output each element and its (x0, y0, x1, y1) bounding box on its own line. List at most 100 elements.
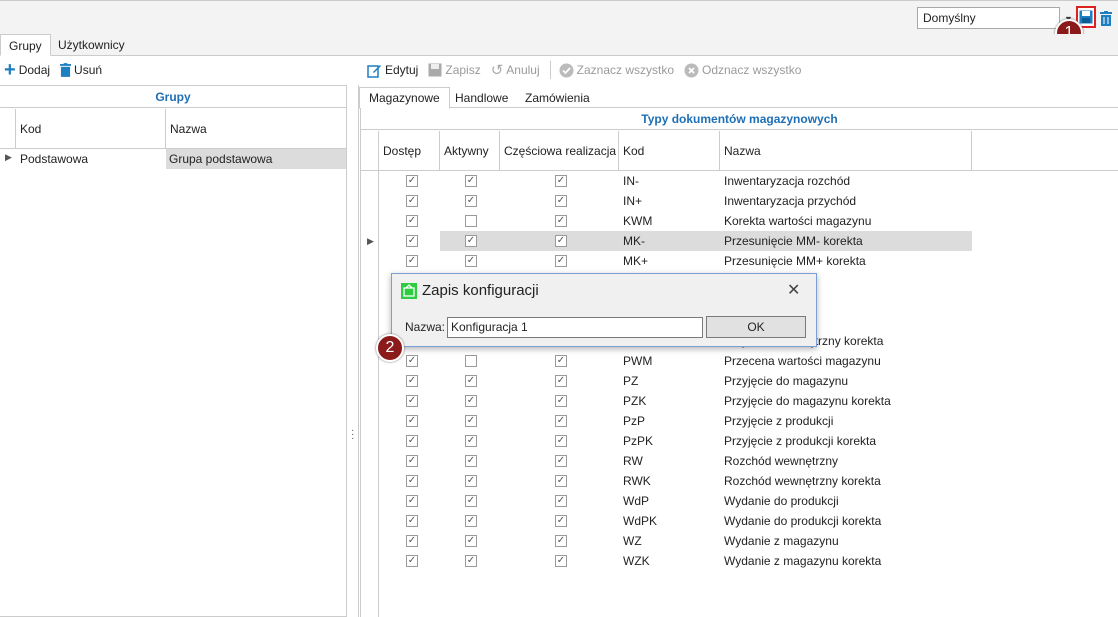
table-row[interactable]: ✓ ✓ KWM Korekta wartości magazynu (361, 211, 972, 231)
cell-kod: MK- (623, 234, 645, 248)
table-row[interactable]: ✓ ✓ ✓ PZK Przyjęcie do magazynu korekta (361, 391, 972, 411)
table-row[interactable]: ✓ ✓ PWM Przecena wartości magazynu (361, 351, 972, 371)
checkbox-dostep[interactable]: ✓ (406, 415, 418, 427)
column-header-kod[interactable]: Kod (16, 109, 166, 149)
checkbox-czesciowa[interactable]: ✓ (555, 515, 567, 527)
checkbox-dostep[interactable]: ✓ (406, 435, 418, 447)
column-header-kod[interactable]: Kod (619, 131, 720, 171)
table-row[interactable]: ✓ ✓ ✓ WdP Wydanie do produkcji (361, 491, 972, 511)
checkbox-dostep[interactable]: ✓ (406, 235, 418, 247)
checkbox-czesciowa[interactable]: ✓ (555, 535, 567, 547)
checkbox-czesciowa[interactable]: ✓ (555, 555, 567, 567)
table-row[interactable]: ✓ ✓ ✓ WZK Wydanie z magazynu korekta (361, 551, 972, 571)
table-row[interactable]: ✓ ✓ ✓ WZ Wydanie z magazynu (361, 531, 972, 551)
checkbox-czesciowa[interactable]: ✓ (555, 475, 567, 487)
config-name-input[interactable]: Konfiguracja 1 (447, 317, 703, 338)
checkbox-aktywny[interactable]: ✓ (465, 555, 477, 567)
checkbox-dostep[interactable]: ✓ (406, 195, 418, 207)
checkbox-aktywny[interactable]: ✓ (465, 255, 477, 267)
save-button[interactable]: Zapisz (428, 63, 481, 77)
checkbox-dostep[interactable]: ✓ (406, 215, 418, 227)
close-icon[interactable]: ✕ (787, 280, 800, 300)
table-row[interactable]: ✓ ✓ ✓ WdPK Wydanie do produkcji korekta (361, 511, 972, 531)
checkbox-aktywny[interactable]: ✓ (465, 415, 477, 427)
table-row[interactable]: ✓ ✓ ✓ RW Rozchód wewnętrzny (361, 451, 972, 471)
checkbox-aktywny[interactable]: ✓ (465, 195, 477, 207)
checkbox-aktywny[interactable]: ✓ (465, 455, 477, 467)
checkbox-dostep[interactable]: ✓ (406, 535, 418, 547)
column-header-nazwa[interactable]: Nazwa (720, 131, 972, 171)
doc-types-grid: Typy dokumentów magazynowych Dostęp Akty… (360, 108, 1118, 617)
checkbox-dostep[interactable]: ✓ (406, 355, 418, 367)
checkbox-aktywny[interactable]: ✓ (465, 495, 477, 507)
ok-button[interactable]: OK (706, 316, 806, 338)
panel-splitter[interactable]: · · · (347, 85, 359, 617)
checkbox-aktywny[interactable]: ✓ (465, 475, 477, 487)
tab-handlowe[interactable]: Handlowe (446, 88, 517, 108)
checkbox-aktywny[interactable]: ✓ (465, 175, 477, 187)
cell-kod: KWM (623, 214, 653, 228)
config-select[interactable]: Domyślny (917, 7, 1060, 29)
column-header-nazwa[interactable]: Nazwa (166, 109, 346, 149)
name-label: Nazwa: (405, 320, 446, 334)
delete-button[interactable]: Usuń (60, 63, 102, 77)
table-row[interactable]: ✓ ✓ ✓ RWK Rozchód wewnętrzny korekta (361, 471, 972, 491)
table-row[interactable]: ▶ Podstawowa Grupa podstawowa (0, 149, 346, 169)
table-row[interactable]: ✓ ✓ ✓ PzP Przyjęcie z produkcji (361, 411, 972, 431)
cell-nazwa: Korekta wartości magazynu (724, 214, 872, 228)
table-row[interactable]: ✓ ✓ ✓ IN+ Inwentaryzacja przychód (361, 191, 972, 211)
checkbox-dostep[interactable]: ✓ (406, 375, 418, 387)
column-header-aktywny[interactable]: Aktywny (440, 131, 500, 171)
checkbox-czesciowa[interactable]: ✓ (555, 455, 567, 467)
table-row[interactable]: ✓ ✓ ✓ IN- Inwentaryzacja rozchód (361, 171, 972, 191)
table-row[interactable]: ✓ ✓ ✓ MK- Przesunięcie MM- korekta (406, 231, 972, 251)
checkbox-dostep[interactable]: ✓ (406, 555, 418, 567)
cell-nazwa: Przesunięcie MM- korekta (724, 234, 863, 248)
table-row[interactable]: ✓ ✓ ✓ MK+ Przesunięcie MM+ korekta (361, 251, 972, 271)
checkbox-czesciowa[interactable]: ✓ (555, 415, 567, 427)
checkbox-czesciowa[interactable]: ✓ (555, 215, 567, 227)
checkbox-aktywny[interactable] (465, 215, 477, 227)
checkbox-dostep[interactable]: ✓ (406, 255, 418, 267)
tab-zamowienia[interactable]: Zamówienia (516, 88, 599, 108)
checkbox-czesciowa[interactable]: ✓ (555, 195, 567, 207)
checkbox-aktywny[interactable]: ✓ (465, 435, 477, 447)
checkbox-aktywny[interactable]: ✓ (465, 515, 477, 527)
checkbox-dostep[interactable]: ✓ (406, 515, 418, 527)
checkbox-dostep[interactable]: ✓ (406, 175, 418, 187)
checkbox-aktywny[interactable]: ✓ (465, 395, 477, 407)
column-header-czesciowa[interactable]: Częściowa realizacja (500, 131, 619, 171)
checkbox-dostep[interactable]: ✓ (406, 395, 418, 407)
cell-kod: WdP (623, 494, 650, 508)
doc-grid-title: Typy dokumentów magazynowych (361, 108, 1118, 130)
checkbox-czesciowa[interactable]: ✓ (555, 355, 567, 367)
document-types-panel: Magazynowe Handlowe Zamówienia Typy doku… (359, 85, 1118, 617)
checkbox-aktywny[interactable]: ✓ (465, 235, 477, 247)
delete-config-button[interactable] (1098, 8, 1114, 28)
tab-grupy[interactable]: Grupy (0, 34, 51, 56)
checkbox-czesciowa[interactable]: ✓ (555, 435, 567, 447)
edit-button[interactable]: Edytuj (367, 63, 418, 78)
tab-uzytkownicy[interactable]: Użytkownicy (50, 34, 133, 56)
checkbox-czesciowa[interactable]: ✓ (555, 495, 567, 507)
checkbox-czesciowa[interactable]: ✓ (555, 175, 567, 187)
checkbox-czesciowa[interactable]: ✓ (555, 375, 567, 387)
checkbox-aktywny[interactable] (465, 355, 477, 367)
checkbox-czesciowa[interactable]: ✓ (555, 235, 567, 247)
checkbox-czesciowa[interactable]: ✓ (555, 395, 567, 407)
trash-icon (1100, 10, 1112, 26)
checkbox-aktywny[interactable]: ✓ (465, 535, 477, 547)
deselect-all-button[interactable]: Odznacz wszystko (684, 63, 801, 78)
checkbox-aktywny[interactable]: ✓ (465, 375, 477, 387)
cancel-button[interactable]: ↺ Anuluj (491, 61, 540, 79)
column-header-dostep[interactable]: Dostęp (379, 131, 440, 171)
select-all-button[interactable]: Zaznacz wszystko (559, 63, 674, 78)
table-row[interactable]: ✓ ✓ ✓ PZ Przyjęcie do magazynu (361, 371, 972, 391)
checkbox-dostep[interactable]: ✓ (406, 455, 418, 467)
add-button[interactable]: + Dodaj (4, 60, 50, 80)
checkbox-czesciowa[interactable]: ✓ (555, 255, 567, 267)
tab-magazynowe[interactable]: Magazynowe (359, 87, 450, 109)
checkbox-dostep[interactable]: ✓ (406, 495, 418, 507)
checkbox-dostep[interactable]: ✓ (406, 475, 418, 487)
table-row[interactable]: ✓ ✓ ✓ PzPK Przyjęcie z produkcji korekta (361, 431, 972, 451)
